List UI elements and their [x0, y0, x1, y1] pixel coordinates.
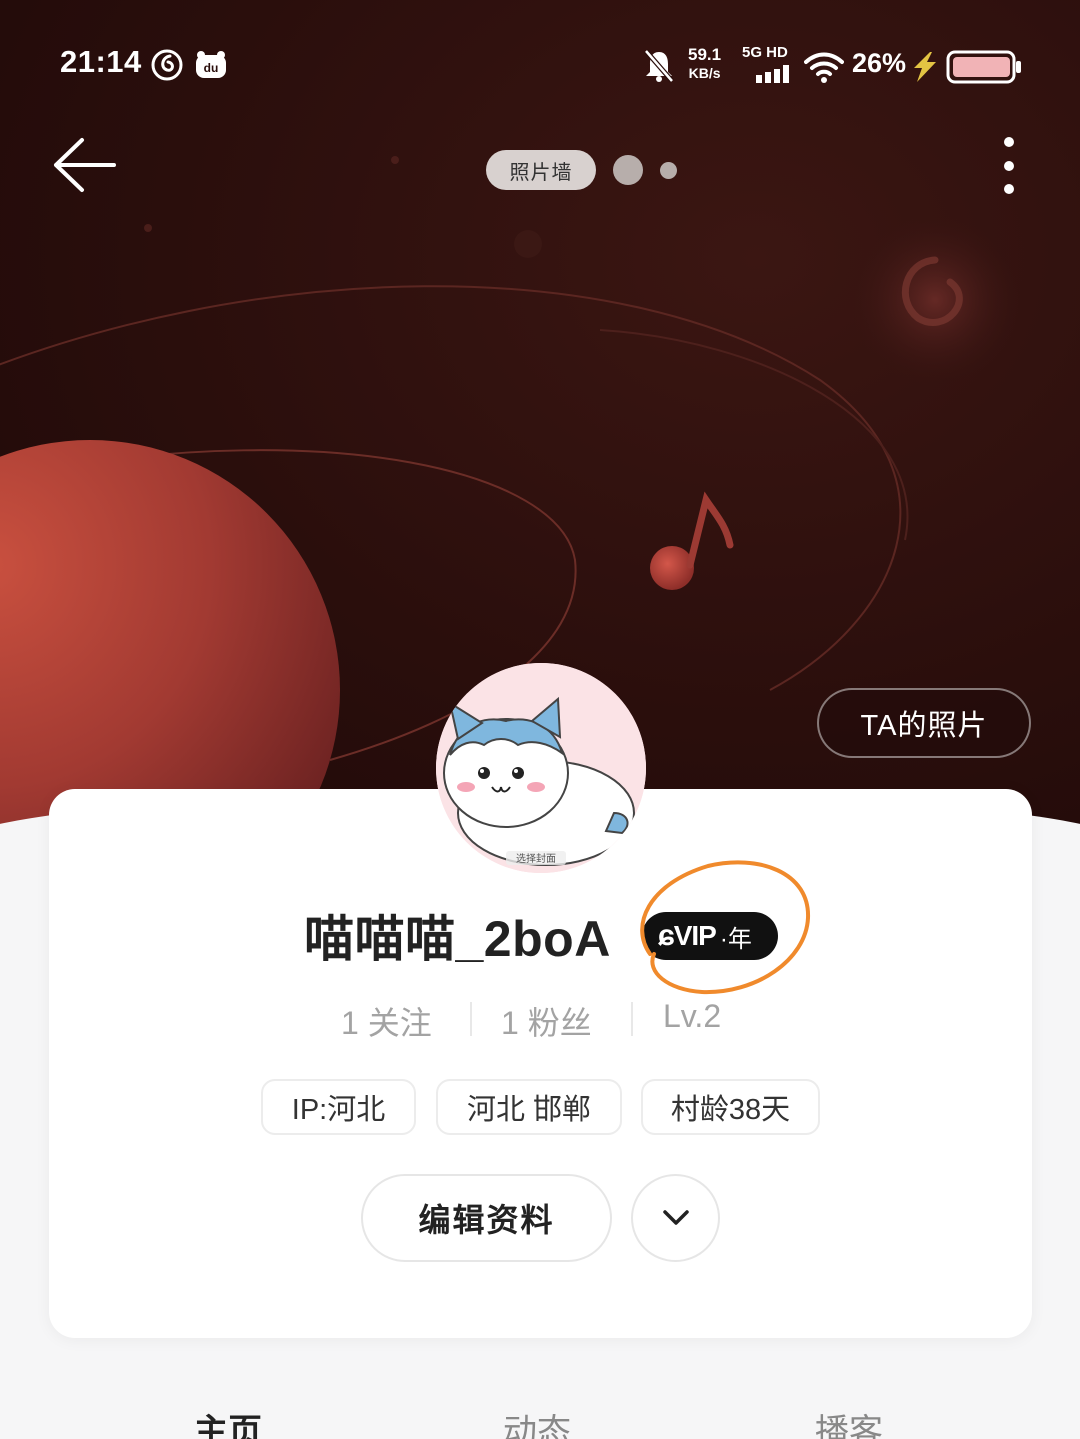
more-dot-icon: [1004, 184, 1014, 194]
chevron-down-icon: [663, 1210, 689, 1225]
following-label: 关注: [367, 1005, 432, 1041]
signal-icon: [756, 65, 789, 83]
avatar-cat-illustration: 选择封面: [436, 663, 646, 873]
ip-location-tag: IP:河北: [261, 1079, 416, 1135]
level-value: Lv.2: [663, 998, 722, 1034]
status-bar: 21:14 du 59.1 KB/s 5G HD 26%: [0, 36, 1080, 96]
avatar[interactable]: 选择封面: [436, 663, 646, 873]
wifi-icon: [804, 52, 844, 83]
edit-profile-button[interactable]: 编辑资料: [361, 1174, 612, 1262]
back-arrow-icon: [54, 138, 116, 192]
photo-wall-tab[interactable]: 照片墙: [486, 150, 596, 190]
followers-label: 粉丝: [527, 1005, 592, 1041]
back-button[interactable]: [48, 132, 120, 198]
tab-home[interactable]: 主页: [194, 1404, 262, 1439]
followers-stat[interactable]: 1 粉丝: [501, 998, 592, 1044]
annotation-circle: [640, 860, 811, 995]
profile-stats: 1 关注 1 粉丝 Lv.2: [0, 996, 1080, 1046]
following-stat[interactable]: 1 关注: [341, 998, 432, 1044]
avatar-caption: 选择封面: [516, 852, 556, 865]
tab-podcast[interactable]: 播客: [815, 1404, 883, 1439]
more-dot-icon: [1004, 161, 1014, 171]
username-row: 喵喵喵_2boA ɕVIP ·年: [0, 893, 1080, 977]
tab-feed[interactable]: 动态: [503, 1404, 571, 1439]
stat-divider: [470, 1002, 472, 1036]
following-count: 1: [341, 1005, 359, 1041]
page-indicator-dot[interactable]: [613, 155, 643, 185]
mute-bell-icon: [644, 49, 674, 83]
page-indicator-dot[interactable]: [660, 162, 677, 179]
status-time: 21:14: [60, 44, 142, 79]
battery-percent: 26%: [852, 48, 907, 78]
charging-icon: [914, 52, 936, 82]
network-speed: 59.1 KB/s: [688, 46, 721, 82]
network-speed-unit: KB/s: [688, 65, 721, 81]
svg-text:du: du: [204, 61, 219, 75]
battery-icon: [946, 50, 1021, 84]
more-options-button[interactable]: [990, 132, 1030, 202]
du-app-icon: du: [196, 51, 226, 78]
network-speed-value: 59.1: [688, 45, 722, 64]
network-type: 5G HD: [742, 44, 788, 61]
level-stat[interactable]: Lv.2: [663, 998, 721, 1035]
stat-divider: [631, 1002, 633, 1036]
followers-count: 1: [501, 1005, 519, 1041]
netease-music-icon: [151, 49, 183, 81]
username: 喵喵喵_2boA: [304, 911, 611, 967]
ta-photos-button[interactable]: TA的照片: [817, 688, 1031, 758]
city-tag: 河北 邯郸: [436, 1079, 622, 1135]
expand-button[interactable]: [631, 1174, 720, 1262]
profile-page: 21:14 du 59.1 KB/s 5G HD 26% 照片墙 TA的照片 选…: [0, 0, 1080, 1439]
more-dot-icon: [1004, 137, 1014, 147]
account-age-tag: 村龄38天: [641, 1079, 820, 1135]
